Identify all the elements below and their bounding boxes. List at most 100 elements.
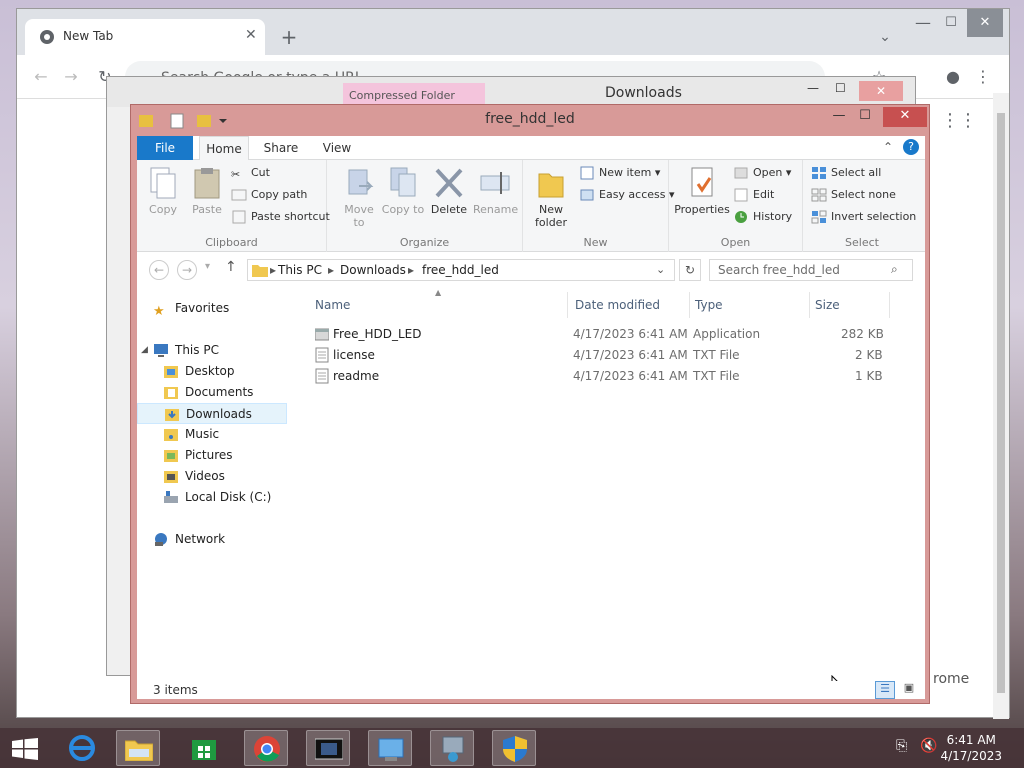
help-icon[interactable]: ? <box>903 139 919 155</box>
cut-button[interactable]: ✂ Cut <box>231 164 270 184</box>
column-header-name[interactable]: Name <box>315 298 350 312</box>
paste-shortcut-icon <box>232 210 246 224</box>
tab-share[interactable]: Share <box>255 136 307 160</box>
apps-grid-icon[interactable]: ⋮⋮ <box>941 107 977 135</box>
chrome-tab-new-tab[interactable]: New Tab ✕ <box>25 19 265 55</box>
drive-icon <box>164 491 178 503</box>
file-name: readme <box>333 369 380 383</box>
edit-button[interactable]: Edit <box>733 186 774 206</box>
taskbar: ⎘ 🔇 6:41 AM 4/17/2023 <box>0 728 1024 768</box>
nav-documents[interactable]: Documents <box>161 382 253 403</box>
history-button[interactable]: History <box>733 208 792 228</box>
new-tab-icon[interactable]: + <box>275 23 303 51</box>
close-tab-icon[interactable]: ✕ <box>245 27 257 43</box>
recent-locations-chevron-icon[interactable]: ▾ <box>205 261 210 272</box>
new-folder-button[interactable]: New folder <box>523 166 579 229</box>
speaker-muted-icon[interactable]: 🔇 <box>920 738 937 754</box>
chevron-down-icon[interactable]: ⌄ <box>871 23 899 51</box>
nav-favorites[interactable]: ★ Favorites <box>151 298 229 319</box>
select-none-button[interactable]: Select none <box>811 186 896 206</box>
nav-videos[interactable]: Videos <box>161 466 225 487</box>
nav-this-pc[interactable]: ◢ This PC <box>141 340 219 361</box>
new-item-button[interactable]: New item ▾ <box>579 164 660 184</box>
nav-pictures[interactable]: Pictures <box>161 445 233 466</box>
column-header-size[interactable]: Size <box>815 298 840 312</box>
menu-dots-icon[interactable]: ⋮ <box>969 63 997 91</box>
file-row[interactable]: license 4/17/2023 6:41 AM TXT File 2 KB <box>311 345 891 366</box>
properties-button[interactable]: Properties <box>673 166 731 216</box>
breadcrumb-this-pc[interactable]: This PC <box>278 263 322 277</box>
profile-icon[interactable]: ● <box>939 63 967 91</box>
breadcrumb-downloads[interactable]: Downloads <box>340 263 406 277</box>
column-header-date-modified[interactable]: Date modified <box>575 298 660 312</box>
taskbar-store[interactable] <box>182 730 226 766</box>
paste-shortcut-button[interactable]: Paste shortcut <box>231 208 330 228</box>
file-type: TXT File <box>693 369 740 383</box>
group-label-clipboard: Clipboard <box>205 236 258 249</box>
back-arrow-icon[interactable]: ← <box>149 260 169 280</box>
maximize-icon[interactable]: ☐ <box>937 9 965 37</box>
minimize-icon[interactable]: — <box>909 9 937 37</box>
file-row[interactable]: Free_HDD_LED 4/17/2023 6:41 AM Applicati… <box>311 324 891 345</box>
select-all-button[interactable]: Select all <box>811 164 881 184</box>
text-file-icon <box>315 347 329 363</box>
customize-chrome-text[interactable]: rome <box>933 671 969 687</box>
invert-selection-button[interactable]: Invert selection <box>811 208 916 228</box>
forward-arrow-icon[interactable]: → <box>57 63 85 91</box>
nav-network[interactable]: Network <box>151 529 225 550</box>
maximize-icon[interactable]: ☐ <box>835 81 846 95</box>
file-row[interactable]: readme 4/17/2023 6:41 AM TXT File 1 KB <box>311 366 891 387</box>
file-type: TXT File <box>693 348 740 362</box>
up-arrow-icon[interactable]: ↑ <box>225 259 237 275</box>
minimize-icon[interactable]: — <box>831 107 847 127</box>
taskbar-file-explorer[interactable] <box>116 730 160 766</box>
maximize-icon[interactable]: ☐ <box>857 107 873 127</box>
rename-button[interactable]: Rename <box>473 166 518 216</box>
back-arrow-icon[interactable]: ← <box>27 63 55 91</box>
taskbar-control-panel[interactable] <box>368 730 412 766</box>
column-header-type[interactable]: Type <box>695 298 723 312</box>
copy-button[interactable]: Copy <box>141 166 185 216</box>
collapse-ribbon-icon[interactable]: ⌃ <box>883 140 893 154</box>
close-icon[interactable]: ✕ <box>967 9 1003 37</box>
copy-to-button[interactable]: Copy to <box>381 166 425 216</box>
nav-music[interactable]: Music <box>161 424 219 445</box>
breadcrumb-free-hdd-led[interactable]: free_hdd_led <box>422 263 499 277</box>
close-icon[interactable]: ✕ <box>883 107 927 127</box>
taskbar-internet-explorer[interactable] <box>60 730 104 766</box>
network-status-icon[interactable]: ⎘ <box>896 738 907 754</box>
minimize-icon[interactable]: — <box>807 81 819 95</box>
large-icons-view-icon[interactable]: ▣ <box>899 681 919 699</box>
details-view-icon[interactable]: ☰ <box>875 681 895 699</box>
nav-desktop[interactable]: Desktop <box>161 361 235 382</box>
tab-file[interactable]: File <box>137 136 193 160</box>
file-explorer-icon <box>125 740 153 761</box>
system-clock[interactable]: 6:41 AM 4/17/2023 <box>940 732 1002 764</box>
move-to-button[interactable]: Move to <box>337 166 381 229</box>
address-dropdown-icon[interactable]: ⌄ <box>656 263 665 276</box>
window-title: free_hdd_led <box>485 111 575 127</box>
windows-start-icon[interactable] <box>12 738 38 760</box>
group-organize: Move to Copy to Delete Rename Organize <box>327 160 523 252</box>
tab-view[interactable]: View <box>313 136 361 160</box>
group-select: Select all Select none Invert selection … <box>803 160 921 252</box>
nav-local-disk[interactable]: Local Disk (C:) <box>161 487 271 508</box>
taskbar-installer[interactable] <box>430 730 474 766</box>
delete-button[interactable]: Delete <box>427 166 471 216</box>
easy-access-button[interactable]: Easy access ▾ <box>579 186 675 206</box>
paste-button[interactable]: Paste <box>185 166 229 216</box>
refresh-icon[interactable]: ↻ <box>679 259 701 281</box>
taskbar-chrome[interactable] <box>244 730 288 766</box>
chrome-scrollbar[interactable] <box>993 93 1009 719</box>
taskbar-media-app[interactable] <box>306 730 350 766</box>
taskbar-security[interactable] <box>492 730 536 766</box>
copy-path-button[interactable]: Copy path <box>231 186 307 206</box>
address-box[interactable]: ▸ This PC ▸ Downloads ▸ free_hdd_led ⌄ <box>247 259 675 281</box>
forward-arrow-icon[interactable]: → <box>177 260 197 280</box>
open-button[interactable]: Open ▾ <box>733 164 791 184</box>
search-input[interactable]: Search free_hdd_led <box>709 259 913 281</box>
chrome-icon <box>254 736 280 762</box>
nav-downloads[interactable]: Downloads <box>137 403 287 424</box>
close-icon[interactable]: ✕ <box>859 81 903 101</box>
tab-home[interactable]: Home <box>199 136 249 161</box>
